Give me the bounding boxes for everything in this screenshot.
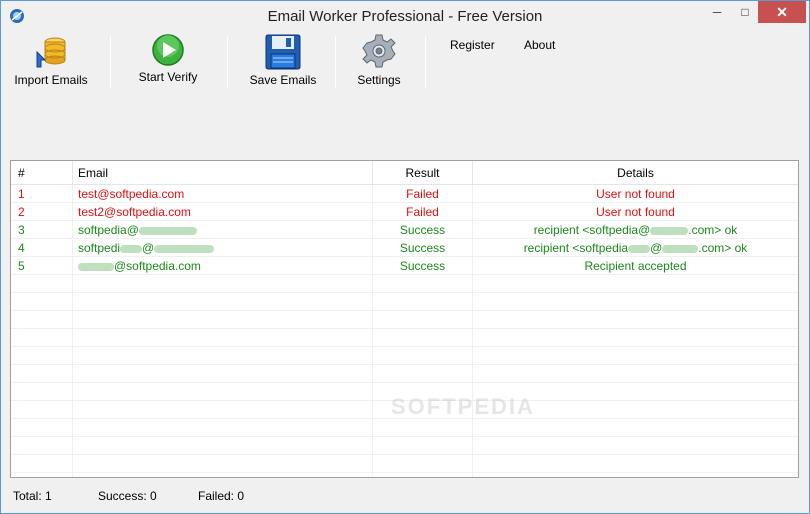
table-row[interactable]: 3 softpedia@ Success recipient <softpedi… bbox=[11, 221, 798, 239]
row-details: User not found bbox=[596, 187, 675, 201]
email-text: @softpedia.com bbox=[114, 259, 201, 273]
empty-row bbox=[11, 419, 798, 437]
window-title: Email Worker Professional - Free Version bbox=[267, 8, 543, 25]
row-number: 2 bbox=[11, 203, 73, 221]
empty-row bbox=[11, 347, 798, 365]
empty-row bbox=[11, 329, 798, 347]
toolbar: Import Emails Start Verify Save Emails S… bbox=[1, 30, 809, 94]
row-result: Failed bbox=[373, 185, 473, 203]
import-emails-button[interactable]: Import Emails bbox=[5, 30, 97, 90]
redacted-text bbox=[138, 226, 197, 235]
watermark: SOFTPEDIA bbox=[391, 394, 535, 419]
email-text: softpedi bbox=[78, 241, 121, 255]
redacted-text bbox=[154, 244, 215, 253]
minimize-button[interactable]: ─ bbox=[703, 1, 731, 23]
save-emails-label: Save Emails bbox=[249, 73, 317, 87]
toolbar-separator bbox=[335, 36, 336, 88]
grid-header: # Email Result Details bbox=[11, 161, 798, 185]
start-verify-label: Start Verify bbox=[138, 70, 198, 84]
play-icon bbox=[152, 34, 184, 66]
row-details: Recipient accepted bbox=[584, 259, 687, 273]
title-bar[interactable]: Email Worker Professional - Free Version… bbox=[0, 0, 810, 30]
row-result: Failed bbox=[373, 203, 473, 221]
details-text: .com> ok bbox=[688, 223, 738, 237]
empty-row bbox=[11, 311, 798, 329]
redacted-text bbox=[120, 244, 143, 253]
results-grid[interactable]: # Email Result Details 1 test@softpedia.… bbox=[10, 160, 799, 478]
status-success: Success: 0 bbox=[98, 489, 157, 503]
settings-button[interactable]: Settings bbox=[349, 30, 409, 90]
gear-icon bbox=[362, 34, 396, 68]
table-row[interactable]: 5 @softpedia.com Success Recipient accep… bbox=[11, 257, 798, 275]
table-row[interactable]: 4 softpedi @ Success recipient <softpedia… bbox=[11, 239, 798, 257]
email-text: softpedia@ bbox=[78, 223, 139, 237]
column-header-email[interactable]: Email bbox=[73, 161, 373, 185]
details-text: recipient <softpedia@ bbox=[533, 223, 651, 237]
row-details: recipient <softpedia@ .com> ok bbox=[473, 221, 798, 239]
redacted-text bbox=[662, 244, 699, 253]
row-number: 3 bbox=[11, 221, 73, 239]
row-email: test2@softpedia.com bbox=[73, 203, 373, 221]
import-emails-label: Import Emails bbox=[14, 73, 88, 87]
start-verify-button[interactable]: Start Verify bbox=[125, 30, 211, 90]
row-number: 4 bbox=[11, 239, 73, 257]
details-text: @ bbox=[650, 241, 663, 255]
table-row[interactable]: 2 test2@softpedia.com Failed User not fo… bbox=[11, 203, 798, 221]
redacted-text bbox=[78, 262, 114, 271]
toolbar-separator bbox=[425, 36, 426, 88]
email-text: @ bbox=[142, 241, 155, 255]
empty-row bbox=[11, 293, 798, 311]
table-row[interactable]: 1 test@softpedia.com Failed User not fou… bbox=[11, 185, 798, 203]
empty-row bbox=[11, 365, 798, 383]
row-number: 1 bbox=[11, 185, 73, 203]
row-result: Success bbox=[373, 221, 473, 239]
empty-row bbox=[11, 437, 798, 455]
grid-body: 1 test@softpedia.com Failed User not fou… bbox=[11, 185, 798, 477]
column-header-result[interactable]: Result bbox=[373, 161, 473, 185]
redacted-text bbox=[628, 244, 651, 253]
details-text: recipient <softpedia bbox=[523, 241, 629, 255]
toolbar-separator bbox=[110, 36, 111, 88]
floppy-disk-icon bbox=[265, 34, 301, 70]
column-header-details[interactable]: Details bbox=[473, 161, 798, 185]
maximize-button[interactable]: □ bbox=[731, 1, 759, 23]
empty-row bbox=[11, 473, 798, 477]
register-link[interactable]: Register bbox=[450, 38, 495, 52]
column-header-number[interactable]: # bbox=[11, 161, 73, 185]
status-total: Total: 1 bbox=[13, 489, 52, 503]
row-email: test@softpedia.com bbox=[73, 185, 373, 203]
row-email: softpedi @ bbox=[73, 239, 373, 257]
about-link[interactable]: About bbox=[524, 38, 555, 52]
row-email: @softpedia.com bbox=[73, 257, 373, 275]
settings-label: Settings bbox=[357, 73, 401, 87]
database-import-icon bbox=[36, 37, 66, 68]
row-email: softpedia@ bbox=[73, 221, 373, 239]
row-details: User not found bbox=[596, 205, 675, 219]
row-details: recipient <softpedia @ .com> ok bbox=[473, 239, 798, 257]
status-failed: Failed: 0 bbox=[198, 489, 245, 503]
row-result: Success bbox=[373, 257, 473, 275]
toolbar-separator bbox=[227, 36, 228, 88]
redacted-text bbox=[650, 226, 689, 235]
row-number: 5 bbox=[11, 257, 73, 275]
details-text: .com> ok bbox=[698, 241, 748, 255]
status-bar: Total: 1 Success: 0 Failed: 0 bbox=[1, 484, 809, 508]
save-emails-button[interactable]: Save Emails bbox=[243, 30, 323, 90]
empty-row bbox=[11, 455, 798, 473]
empty-row bbox=[11, 275, 798, 293]
row-result: Success bbox=[373, 239, 473, 257]
close-button[interactable]: ✕ bbox=[758, 1, 806, 23]
